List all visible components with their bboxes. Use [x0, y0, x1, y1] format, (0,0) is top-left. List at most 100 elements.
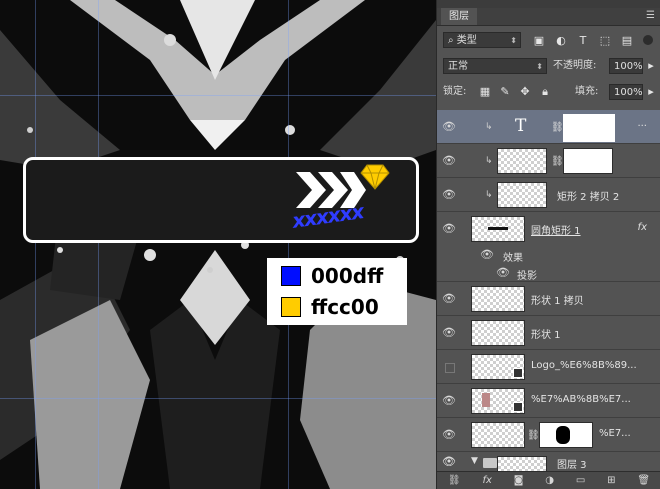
visibility-eye-icon[interactable]: 👁︎ [441, 325, 457, 341]
layers-list: 👁︎ ↳ T ⛓︎ ... 👁︎ ↳ ⛓︎ 👁︎ ↳ 矩形 2 拷贝 2 👁︎ [437, 110, 660, 472]
guide-line [35, 0, 36, 489]
panel-menu-icon[interactable]: ☰ [646, 10, 655, 21]
visibility-eye-icon[interactable]: 👁︎ [441, 454, 457, 470]
layer-thumbnail[interactable] [471, 286, 525, 312]
layer-row[interactable]: 👁︎ 圆角矩形 1 fx [437, 212, 660, 246]
add-mask-icon[interactable]: ◙ [514, 475, 524, 486]
swatch-hex-label: ffcc00 [311, 295, 379, 319]
layer-row[interactable]: 👁︎ 形状 1 拷贝 [437, 282, 660, 316]
visibility-eye-icon[interactable]: 👁︎ [441, 427, 457, 443]
layer-row[interactable]: Logo_%E6%8B%89... [437, 350, 660, 384]
filter-kind-label: 类型 [456, 35, 477, 46]
diamond-icon [360, 164, 390, 190]
effects-row[interactable]: 👁︎ 效果 [437, 246, 660, 264]
filter-kind-select[interactable]: ⌕ 类型 ⬍ [443, 32, 521, 48]
tab-layers[interactable]: 图层 [441, 8, 477, 25]
effect-drop-shadow: 投影 [517, 271, 537, 282]
link-icon[interactable]: ⛓︎ [551, 122, 564, 133]
yellow-swatch [281, 297, 301, 317]
layer-thumbnail[interactable] [471, 388, 525, 414]
chevron-down-icon: ⬍ [536, 62, 543, 71]
filter-adjustment-icon[interactable]: ◐ [555, 35, 567, 47]
color-swatch-card: 000dff ffcc00 [267, 258, 407, 325]
layer-thumbnail[interactable] [471, 354, 525, 380]
layer-row[interactable]: 👁︎ ↳ ⛓︎ [437, 144, 660, 178]
link-icon[interactable]: ⛓︎ [551, 156, 564, 167]
layer-name: %E7%AB%8B%E7... [531, 394, 631, 405]
lock-label: 锁定: [443, 86, 467, 97]
visibility-eye-icon[interactable]: 👁︎ [441, 119, 457, 135]
panel-tab-bar: 图层 ☰ [437, 8, 660, 26]
clipping-arrow-icon: ↳ [485, 190, 493, 200]
filter-smart-object-icon[interactable]: ▤ [621, 35, 633, 47]
swatch-hex-label: 000dff [311, 264, 384, 288]
trash-icon[interactable]: 🗑︎ [637, 475, 650, 486]
opacity-dropdown-icon[interactable]: ▸ [645, 60, 657, 72]
thumbnail-figure [482, 393, 490, 407]
shape-preview [488, 227, 508, 230]
filter-shape-icon[interactable]: ⬚ [599, 35, 611, 47]
layer-thumbnail[interactable] [471, 422, 525, 448]
document-canvas[interactable]: xxxxxx 000dff ffcc00 [0, 0, 436, 489]
blue-swatch [281, 266, 301, 286]
layer-row[interactable]: 👁︎ ↳ T ⛓︎ ... [437, 110, 660, 144]
effects-label: 效果 [503, 253, 523, 264]
layer-mask-thumbnail[interactable] [539, 422, 593, 448]
lock-row: 锁定: ▦ ✎ ✥ 🔒︎ 填充: 100% ▸ [437, 81, 660, 105]
lock-transparency-icon[interactable]: ▦ [479, 86, 491, 98]
layer-name: 形状 1 [531, 330, 561, 341]
layer-mask-thumbnail[interactable] [563, 114, 615, 142]
layer-thumbnail[interactable] [471, 320, 525, 346]
blend-mode-select[interactable]: 正常 ⬍ [443, 58, 547, 74]
layer-name: %E7... [599, 428, 631, 439]
smart-object-badge-icon [513, 368, 523, 378]
blend-mode-value: 正常 [448, 61, 468, 72]
panel-collapse-strip[interactable] [437, 0, 660, 8]
visibility-eye-icon[interactable]: 👁︎ [441, 221, 457, 237]
filter-pixel-icon[interactable]: ▣ [533, 35, 545, 47]
layer-filter-row: ⌕ 类型 ⬍ ▣ ◐ T ⬚ ▤ [437, 29, 660, 53]
search-icon: ⌕ [448, 35, 457, 46]
link-icon[interactable]: ⛓︎ [527, 430, 540, 441]
fill-input[interactable]: 100% [609, 84, 643, 100]
layer-row[interactable]: 👁︎ 形状 1 [437, 316, 660, 350]
opacity-input[interactable]: 100% [609, 58, 643, 74]
link-layers-icon[interactable]: ⛓︎ [448, 475, 461, 486]
fill-dropdown-icon[interactable]: ▸ [645, 86, 657, 98]
layer-row[interactable]: 👁︎ 图层 3 [437, 452, 660, 474]
layer-name: Logo_%E6%8B%89... [531, 360, 637, 371]
filter-type-icon[interactable]: T [577, 35, 589, 47]
layer-row[interactable]: 👁︎ %E7%AB%8B%E7... [437, 384, 660, 418]
visibility-eye-icon[interactable]: 👁︎ [479, 247, 495, 263]
visibility-eye-icon[interactable]: 👁︎ [441, 393, 457, 409]
layer-name: 形状 1 拷贝 [531, 296, 584, 307]
layer-thumbnail[interactable] [471, 216, 525, 242]
layer-row[interactable]: 👁︎ ⛓︎ %E7... [437, 418, 660, 452]
lock-position-icon[interactable]: ✥ [519, 86, 531, 98]
filter-toggle-icon[interactable] [643, 35, 653, 45]
overflow-indicator: ... [637, 118, 647, 129]
effect-item-row[interactable]: 👁︎ 投影 [437, 264, 660, 282]
text-layer-icon: T [515, 116, 527, 136]
lock-pixels-icon[interactable]: ✎ [499, 86, 511, 98]
layer-row[interactable]: 👁︎ ↳ 矩形 2 拷贝 2 [437, 178, 660, 212]
new-layer-icon[interactable]: ⊞ [607, 475, 615, 486]
guide-line [98, 0, 99, 489]
visibility-eye-icon[interactable]: 👁︎ [441, 187, 457, 203]
layer-effects-icon[interactable]: fx [638, 222, 647, 233]
fill-label: 填充: [575, 86, 599, 97]
visibility-eye-icon[interactable]: 👁︎ [495, 265, 511, 281]
new-group-icon[interactable]: ▭ [576, 475, 585, 486]
adjustment-layer-icon[interactable]: ◑ [545, 475, 554, 486]
swatch-row: ffcc00 [281, 294, 379, 320]
visibility-eye-icon[interactable]: 👁︎ [441, 153, 457, 169]
layer-name: 矩形 2 拷贝 2 [557, 192, 620, 203]
add-layer-style-icon[interactable]: fx [482, 475, 491, 486]
visibility-eye-icon[interactable]: 👁︎ [441, 291, 457, 307]
layer-thumbnail[interactable] [497, 182, 547, 208]
layer-thumbnail[interactable] [497, 148, 547, 174]
lock-all-icon[interactable]: 🔒︎ [539, 86, 551, 98]
visibility-toggle-off[interactable] [445, 363, 455, 373]
layer-mask-thumbnail[interactable] [563, 148, 613, 174]
rounded-banner[interactable]: xxxxxx [23, 157, 419, 243]
